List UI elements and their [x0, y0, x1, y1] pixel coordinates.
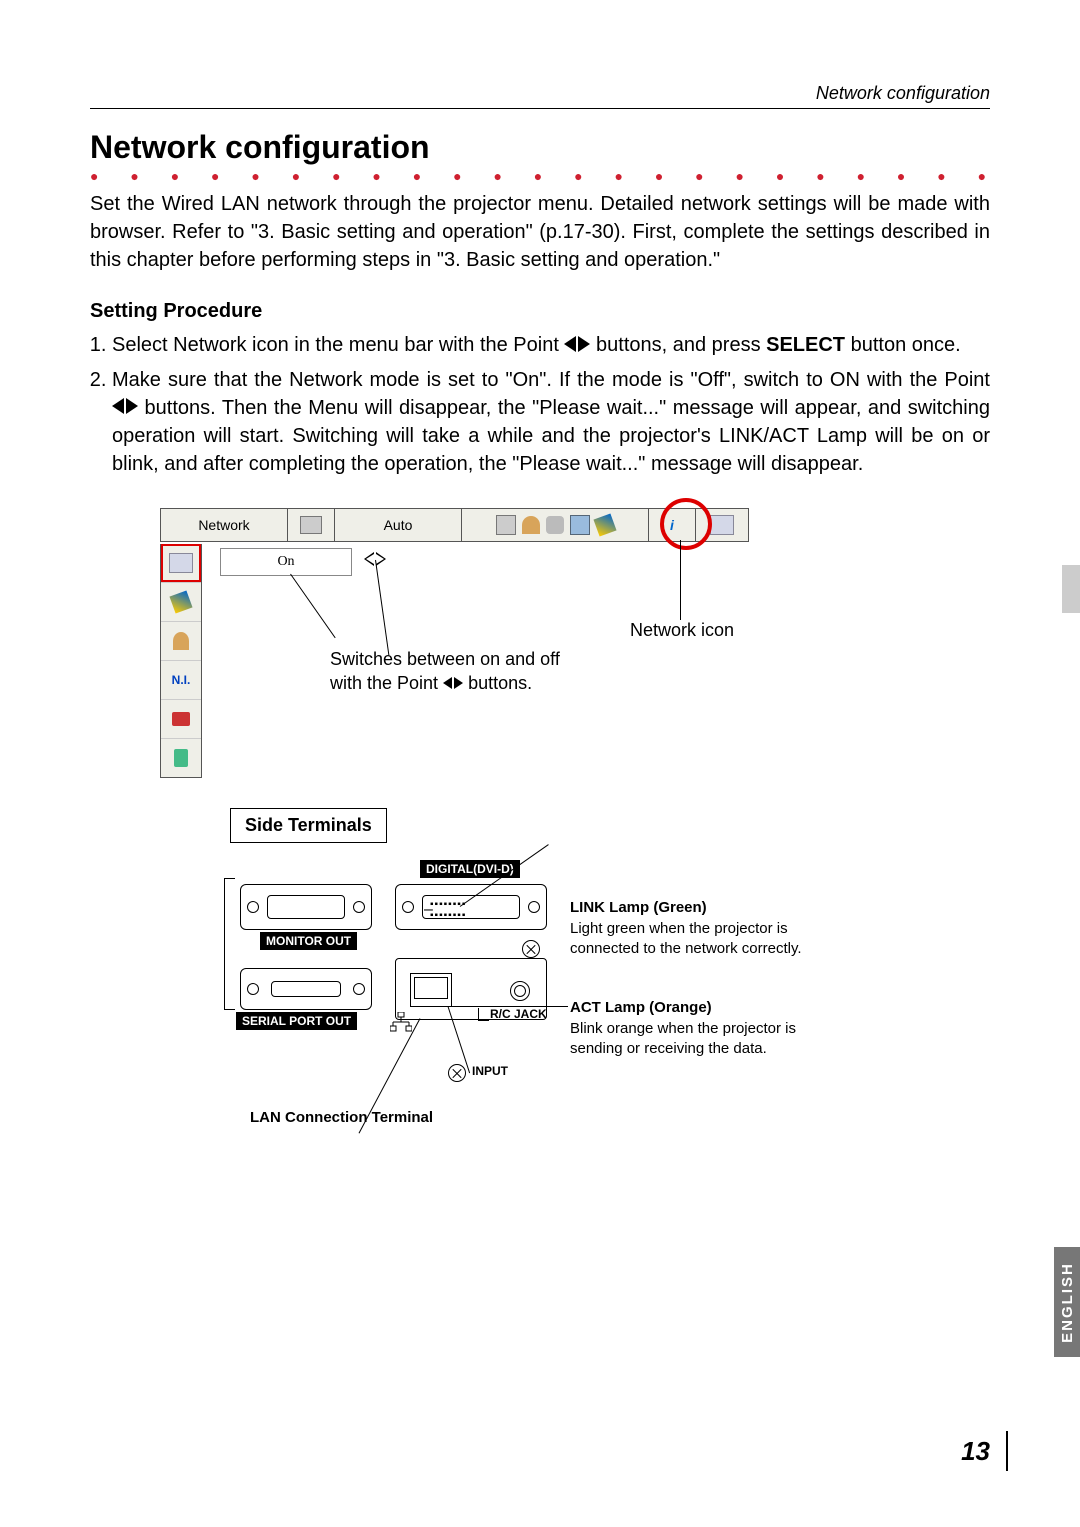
serial-port-out-label: SERIAL PORT OUT: [236, 1012, 357, 1030]
switch-note-c: buttons.: [468, 673, 532, 693]
terminals-figure: Side Terminals ▪▪▪▪▪▪▪▪▪▪▪▪▪▪▪▪ – DIGITA…: [230, 808, 990, 1188]
step-2-text-b: buttons. Then the Menu will disappear, t…: [112, 397, 990, 476]
screw-icon: [448, 1064, 466, 1082]
menu-iconrow: [462, 509, 649, 541]
link-lamp-head: LINK Lamp (Green): [570, 898, 810, 918]
procedure-list: Select Network icon in the menu bar with…: [90, 331, 990, 478]
select-bold: SELECT: [766, 334, 845, 356]
input-label: INPUT: [472, 1064, 508, 1078]
step-1-text-c: button once.: [851, 334, 961, 356]
point-arrows-icon: [564, 332, 590, 360]
serial-port: [240, 968, 372, 1010]
menu-mode-icon: [288, 509, 335, 541]
bracket-icon: [224, 878, 235, 1010]
page-number: 13: [961, 1436, 990, 1467]
switch-note-b: with the Point: [330, 673, 443, 693]
point-arrows-icon: [112, 394, 138, 422]
step-1-text-b: buttons, and press: [596, 334, 766, 356]
link-lamp-desc: LINK Lamp (Green) Light green when the p…: [570, 898, 810, 959]
lan-symbol-icon: [390, 1012, 412, 1037]
step-1-text-a: Select Network icon in the menu bar with…: [112, 334, 564, 356]
setting-procedure-heading: Setting Procedure: [90, 300, 990, 323]
header-rule: Network configuration: [90, 80, 990, 109]
monitor-out-port: [240, 884, 372, 930]
menu-title-cell: Network: [161, 509, 288, 541]
monitor-out-label: MONITOR OUT: [260, 932, 357, 950]
intro-paragraph: Set the Wired LAN network through the pr…: [90, 190, 990, 274]
leader-line: [290, 574, 336, 638]
point-arrows-icon: [443, 672, 463, 695]
switch-note-a: Switches between on and off: [330, 649, 560, 669]
leader-line: [680, 540, 681, 620]
network-icon-highlight: [660, 498, 712, 550]
rc-jack-label: R/C JACK: [490, 1008, 547, 1020]
running-head: Network configuration: [816, 83, 990, 104]
leader-line: [448, 1006, 568, 1007]
menu-figure: Network Auto i N.I. On Network icon: [160, 508, 990, 788]
page-number-rule: [1006, 1431, 1008, 1471]
step-2: Make sure that the Network mode is set t…: [112, 366, 990, 479]
network-icon-label: Network icon: [630, 620, 734, 641]
menu-side-column: N.I.: [160, 544, 202, 778]
side-item-pen: [161, 583, 201, 622]
dvi-port: ▪▪▪▪▪▪▪▪▪▪▪▪▪▪▪▪ –: [395, 884, 547, 930]
edge-tab-gray: [1062, 565, 1080, 613]
side-item-person: [161, 622, 201, 661]
side-item-ni: N.I.: [161, 661, 201, 700]
screw-icon: [522, 940, 540, 958]
step-2-text-a: Make sure that the Network mode is set t…: [112, 369, 990, 391]
act-lamp-head: ACT Lamp (Orange): [570, 998, 810, 1018]
leader-line: [375, 560, 389, 655]
language-tab: ENGLISH: [1054, 1247, 1080, 1357]
step-1: Select Network icon in the menu bar with…: [112, 331, 990, 360]
act-lamp-body: Blink orange when the projector is sendi…: [570, 1019, 810, 1060]
on-value-box: On: [220, 548, 352, 576]
bracket-icon: [478, 1008, 489, 1021]
switch-note: Switches between on and off with the Poi…: [330, 648, 560, 695]
side-terminals-title: Side Terminals: [230, 808, 387, 843]
menu-mode-label: Auto: [335, 509, 462, 541]
title-dots: ● ● ● ● ● ● ● ● ● ● ● ● ● ● ● ● ● ● ● ● …: [90, 168, 990, 184]
language-tab-label: ENGLISH: [1059, 1262, 1076, 1343]
link-lamp-body: Light green when the projector is connec…: [570, 919, 810, 960]
page-title: Network configuration: [90, 129, 990, 166]
side-item-exit: [161, 739, 201, 777]
lan-terminal-label: LAN Connection Terminal: [250, 1108, 433, 1128]
side-item-network: [161, 544, 201, 583]
act-lamp-desc: ACT Lamp (Orange) Blink orange when the …: [570, 998, 810, 1059]
side-item-plug: [161, 700, 201, 739]
